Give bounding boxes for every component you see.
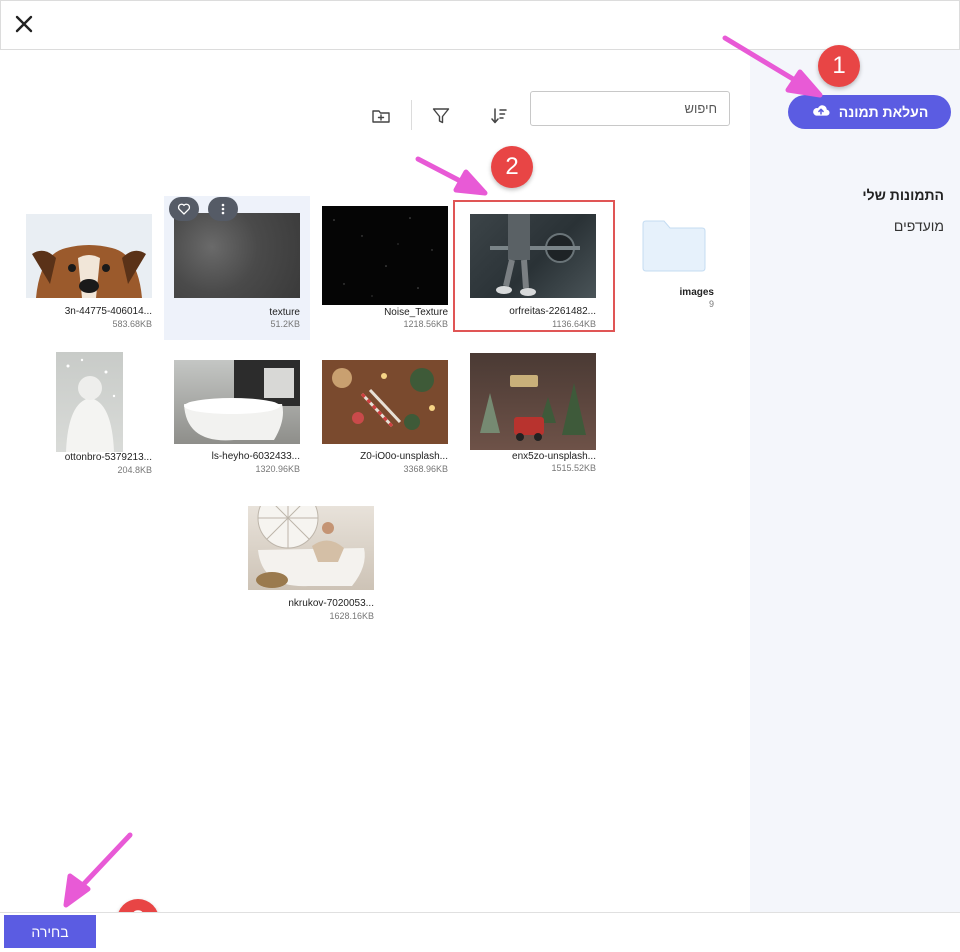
folder-count: 9	[708, 299, 714, 309]
image-name: Noise_Texture	[384, 307, 448, 318]
search-input[interactable]	[530, 91, 730, 126]
image-name: enx5zo-unsplash...	[512, 451, 596, 462]
image-size: 583.68KB	[112, 319, 152, 329]
image-name: 3n-44775-406014...	[64, 306, 152, 317]
dialog-footer	[0, 912, 960, 952]
image-size: 3368.96KB	[403, 464, 448, 474]
upload-image-button[interactable]: העלאת תמונה	[788, 95, 951, 129]
image-name: Z0-iO0o-unsplash...	[360, 451, 448, 462]
select-button[interactable]: בחירה	[4, 915, 96, 948]
image-size: 1628.16KB	[329, 611, 374, 621]
image-name: texture	[269, 307, 300, 318]
image-thumbnail	[26, 214, 152, 298]
image-thumbnail	[56, 352, 123, 452]
my-images-title: התמונות שלי	[862, 187, 944, 203]
toolbar-divider	[411, 100, 412, 130]
image-thumbnail	[248, 506, 374, 590]
folder-name: images	[679, 287, 714, 298]
selection-highlight	[453, 200, 615, 332]
image-name: ls-heyho-6032433...	[211, 451, 300, 462]
arrowhead-3	[63, 873, 91, 908]
step-badge-2: 2	[491, 146, 533, 188]
image-name: ottonbro-5379213...	[64, 452, 152, 463]
image-size: 1320.96KB	[255, 464, 300, 474]
image-size: 1218.56KB	[403, 319, 448, 329]
image-thumbnail	[322, 360, 448, 444]
image-size: 51.2KB	[270, 319, 300, 329]
folder-tile[interactable]: images 9	[600, 210, 714, 310]
arrowhead-2	[453, 169, 488, 196]
favorites-link[interactable]: מועדפים	[894, 218, 944, 234]
step-badge-1: 1	[818, 45, 860, 87]
image-thumbnail	[470, 353, 596, 450]
image-thumbnail	[174, 213, 300, 298]
arrow-2	[415, 156, 469, 187]
filter-icon[interactable]	[428, 103, 454, 129]
image-thumbnail	[174, 360, 300, 444]
image-thumbnail	[322, 206, 448, 305]
cloud-upload-icon	[811, 101, 831, 124]
sidebar	[750, 50, 960, 912]
sort-icon[interactable]	[486, 103, 512, 129]
heart-icon[interactable]	[169, 197, 199, 221]
upload-button-label: העלאת תמונה	[838, 104, 929, 120]
dialog-header	[0, 0, 960, 50]
image-size: 204.8KB	[117, 465, 152, 475]
image-size: 1515.52KB	[551, 463, 596, 473]
image-picker-dialog: העלאת תמונה התמונות שלי מועדפים images 9…	[0, 0, 960, 952]
folder-plus-icon[interactable]	[368, 103, 394, 129]
arrow-3	[77, 832, 133, 891]
image-name: nkrukov-7020053...	[288, 598, 374, 609]
close-icon[interactable]	[13, 13, 35, 35]
more-vertical-icon[interactable]	[208, 197, 238, 221]
folder-icon	[642, 220, 706, 277]
